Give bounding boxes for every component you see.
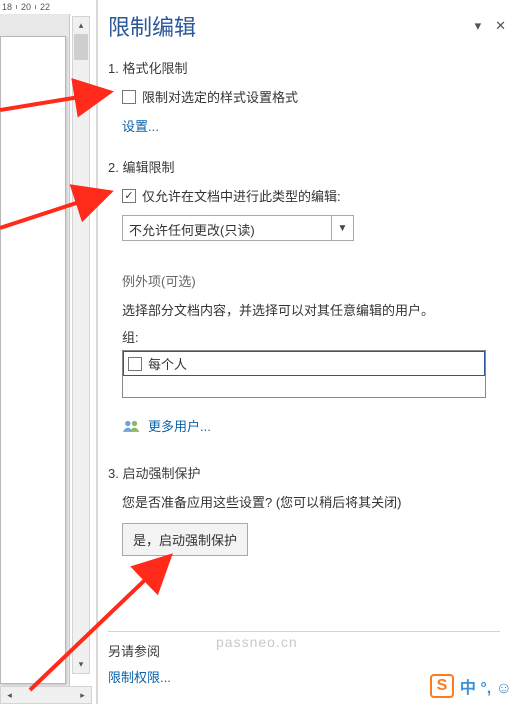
section1-heading: 1. 格式化限制 <box>108 58 506 77</box>
chevron-down-icon[interactable]: ▼ <box>331 216 353 240</box>
scroll-thumb[interactable] <box>74 34 88 60</box>
limit-formatting-checkbox[interactable] <box>122 90 136 104</box>
ime-bar[interactable]: S 中 °, ☺ <box>426 672 516 700</box>
close-icon[interactable]: ✕ <box>495 18 506 34</box>
group-item-everyone[interactable]: 每个人 <box>123 351 485 376</box>
scroll-up-button[interactable]: ▴ <box>73 17 89 34</box>
panel-menu-icon[interactable]: ▾ <box>475 18 482 34</box>
scroll-left-button[interactable]: ◂ <box>1 687 18 703</box>
exceptions-description: 选择部分文档内容，并选择可以对其任意编辑的用户。 <box>122 300 506 319</box>
vertical-scrollbar[interactable]: ▴ ▾ <box>72 16 90 674</box>
everyone-checkbox[interactable] <box>128 357 142 371</box>
ime-status-text[interactable]: 中 °, ☺ <box>460 674 512 698</box>
group-listbox[interactable]: 每个人 <box>122 350 486 398</box>
start-enforcement-button[interactable]: 是，启动强制保护 <box>122 523 248 556</box>
more-users-link[interactable]: 更多用户... <box>148 416 211 435</box>
exceptions-label: 例外项(可选) <box>122 271 506 290</box>
restrict-permission-link[interactable]: 限制权限... <box>108 667 171 686</box>
panel-title: 限制编辑 <box>108 10 196 42</box>
people-icon <box>122 419 140 433</box>
enforcement-question: 您是否准备应用这些设置? (您可以稍后将其关闭) <box>122 492 506 511</box>
panel-header: 限制编辑 ▾ ✕ <box>108 6 506 46</box>
dropdown-value: 不允许任何更改(只读) <box>123 216 331 240</box>
section3-heading: 3. 启动强制保护 <box>108 463 506 482</box>
start-enforcement-section: 3. 启动强制保护 您是否准备应用这些设置? (您可以稍后将其关闭) 是，启动强… <box>108 463 506 556</box>
separator-line <box>108 631 500 632</box>
allow-editing-label: 仅允许在文档中进行此类型的编辑: <box>142 186 341 205</box>
document-page <box>0 36 66 684</box>
see-also-label: 另请参阅 <box>108 641 160 660</box>
section2-heading: 2. 编辑限制 <box>108 157 506 176</box>
settings-link[interactable]: 设置... <box>122 116 506 135</box>
formatting-restrictions-section: 1. 格式化限制 限制对选定的样式设置格式 设置... <box>108 58 506 135</box>
panel-separator <box>96 0 98 704</box>
ruler-area: 18 20 22 ▴ ▾ ◂ ▸ <box>0 0 96 704</box>
editing-restrictions-section: 2. 编辑限制 ✓ 仅允许在文档中进行此类型的编辑: 不允许任何更改(只读) ▼… <box>108 157 506 435</box>
scroll-right-button[interactable]: ▸ <box>74 687 91 703</box>
ruler-ticks: 18 20 22 <box>0 0 70 14</box>
restrict-editing-panel: 限制编辑 ▾ ✕ 1. 格式化限制 限制对选定的样式设置格式 设置... 2. … <box>100 0 516 704</box>
ime-logo-icon[interactable]: S <box>430 674 454 698</box>
allow-editing-checkbox[interactable]: ✓ <box>122 189 136 203</box>
everyone-label: 每个人 <box>148 354 187 373</box>
limit-formatting-label: 限制对选定的样式设置格式 <box>142 87 298 106</box>
scroll-down-button[interactable]: ▾ <box>73 656 89 673</box>
editing-type-dropdown[interactable]: 不允许任何更改(只读) ▼ <box>122 215 354 241</box>
horizontal-scrollbar[interactable]: ◂ ▸ <box>0 686 92 704</box>
document-area <box>0 14 70 690</box>
group-label: 组: <box>122 327 506 346</box>
